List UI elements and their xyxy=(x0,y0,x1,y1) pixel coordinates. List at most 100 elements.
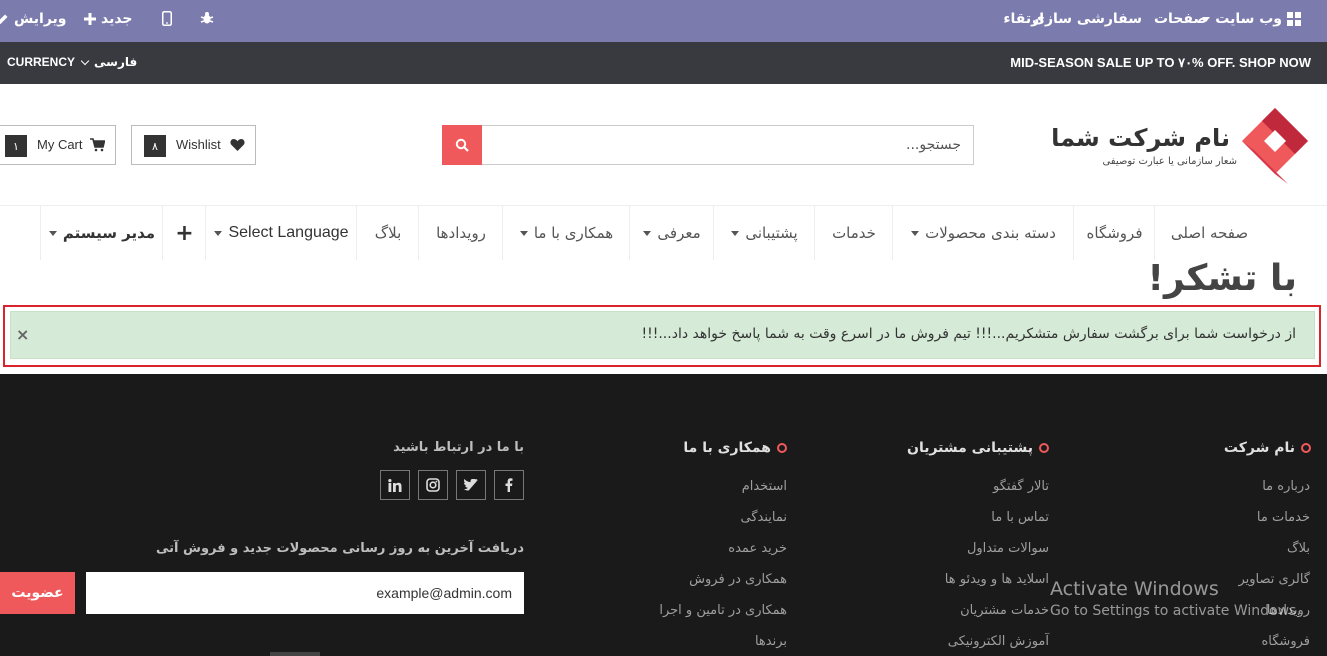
site-logo[interactable]: نام شرکت شما شعار سازمانی یا عبارت توصیف… xyxy=(1051,104,1310,188)
currency-selector[interactable]: CURRENCY xyxy=(7,55,75,69)
nav-item-blog[interactable]: بلاگ xyxy=(356,206,419,260)
cart-button[interactable]: ۱ My Cart xyxy=(0,125,116,165)
wishlist-label: Wishlist xyxy=(176,137,221,152)
circle-icon xyxy=(1039,443,1049,453)
nav-item-events[interactable]: رویدادها xyxy=(418,206,503,260)
newsletter-email-input[interactable] xyxy=(86,572,524,614)
footer-heading-label: نام شرکت xyxy=(1223,440,1295,456)
grid-icon xyxy=(1287,12,1301,26)
footer-link[interactable]: استخدام xyxy=(742,479,787,494)
footer-link[interactable]: بلاگ xyxy=(1287,541,1310,556)
upgrade-menu[interactable]: ارتقاء xyxy=(1003,11,1044,27)
nav-item-support[interactable]: پشتیبانی xyxy=(713,206,815,260)
chevron-down-icon xyxy=(80,56,90,65)
footer-heading-label: پشتیبانی مشتریان xyxy=(907,440,1033,456)
caret-down-icon xyxy=(731,230,740,236)
mobile-preview-button[interactable] xyxy=(162,11,172,26)
footer-link[interactable]: تماس با ما xyxy=(991,510,1049,525)
nav-item-label: همکاری با ما xyxy=(533,224,614,242)
footer-link[interactable]: تالار گفتگو xyxy=(993,479,1049,494)
footer-company-heading: نام شرکت xyxy=(1224,440,1311,456)
instagram-button[interactable] xyxy=(418,470,448,500)
plus-icon xyxy=(84,13,96,25)
website-menu[interactable]: وب سایت xyxy=(1202,11,1301,27)
nav-item-services[interactable]: خدمات xyxy=(814,206,893,260)
add-menu-button[interactable]: + xyxy=(162,206,206,260)
search-button[interactable] xyxy=(442,125,482,165)
nav-item-product-categories[interactable]: دسته بندی محصولات xyxy=(892,206,1074,260)
circle-icon xyxy=(777,443,787,453)
footer-cooperation-heading: همکاری با ما xyxy=(683,440,787,456)
linkedin-button[interactable] xyxy=(380,470,410,500)
nav-item-label: فروشگاه xyxy=(1086,224,1143,242)
logo-mark-icon xyxy=(1242,108,1308,184)
announcement-bar: MID-SEASON SALE UP TO ۷۰% OFF. SHOP NOW … xyxy=(0,42,1327,84)
search-icon xyxy=(455,138,469,152)
nav-item-shop[interactable]: فروشگاه xyxy=(1073,206,1155,260)
footer-link[interactable]: اسلاید ها و ویدئو ها xyxy=(945,572,1049,587)
footer-link[interactable]: برندها xyxy=(755,634,787,649)
search-box xyxy=(442,125,974,165)
caret-down-icon xyxy=(519,230,528,236)
footer-link[interactable]: خدمات ما xyxy=(1257,510,1310,525)
footer-link[interactable]: همکاری در فروش xyxy=(689,572,787,587)
language-selector-label: فارسی xyxy=(94,55,138,69)
twitter-button[interactable] xyxy=(456,470,486,500)
caret-down-icon xyxy=(214,230,223,236)
customize-menu[interactable]: سفارشی سازی xyxy=(1032,11,1142,27)
cart-label: My Cart xyxy=(37,137,83,152)
nav-item-label: پشتیبانی xyxy=(745,224,798,242)
main-navigation: صفحه اصلی فروشگاه دسته بندی محصولات خدما… xyxy=(0,206,1327,260)
user-menu[interactable]: مدیر سیستم xyxy=(40,206,163,260)
twitter-icon xyxy=(464,479,478,491)
footer-link[interactable]: فروشگاه xyxy=(1261,634,1310,649)
caret-down-icon xyxy=(643,230,652,236)
newsletter-text: دریافت آخرین به روز رسانی محصولات جدید و… xyxy=(156,541,524,556)
logo-name: نام شرکت شما xyxy=(1051,124,1230,152)
logo-tagline: شعار سازمانی یا عبارت توصیفی xyxy=(1102,156,1237,167)
new-button[interactable]: جدید xyxy=(84,11,133,27)
footer-link[interactable]: خدمات مشتریان xyxy=(960,603,1049,618)
nav-item-cooperation[interactable]: همکاری با ما xyxy=(502,206,630,260)
instagram-icon xyxy=(426,478,440,492)
site-header: نام شرکت شما شعار سازمانی یا عبارت توصیف… xyxy=(0,84,1327,206)
debug-button[interactable] xyxy=(200,11,214,25)
nav-item-label: صفحه اصلی xyxy=(1170,224,1249,242)
customize-menu-label: سفارشی سازی xyxy=(1032,11,1142,27)
caret-down-icon xyxy=(48,230,57,236)
nav-item-label: معرفی xyxy=(657,224,701,242)
language-dropdown[interactable]: Select Language xyxy=(205,206,357,260)
nav-item-label: خدمات xyxy=(832,224,876,242)
footer-link[interactable]: نمایندگی xyxy=(741,510,787,525)
nav-item-about[interactable]: معرفی xyxy=(629,206,714,260)
edit-button-label: ویرایش xyxy=(14,11,67,27)
facebook-icon xyxy=(505,478,513,492)
nav-item-home[interactable]: صفحه اصلی xyxy=(1154,206,1264,260)
footer-link[interactable]: خرید عمده xyxy=(728,541,787,556)
nav-item-label: رویدادها xyxy=(436,224,486,242)
sale-banner-link[interactable]: MID-SEASON SALE UP TO ۷۰% OFF. SHOP NOW xyxy=(1010,55,1311,71)
watermark-title: Activate Windows xyxy=(1050,578,1219,600)
pages-menu[interactable]: صفحات xyxy=(1154,11,1207,27)
nav-item-label: دسته بندی محصولات xyxy=(925,224,1056,242)
edit-button[interactable]: ویرایش xyxy=(0,11,67,27)
close-icon[interactable]: × xyxy=(16,325,29,344)
page-title: با تشکر! xyxy=(1147,258,1297,299)
success-alert: از درخواست شما برای برگشت سفارش متشکریم.… xyxy=(10,311,1315,359)
language-selector[interactable]: فارسی xyxy=(80,55,138,69)
search-input[interactable] xyxy=(483,126,973,164)
linkedin-icon xyxy=(388,478,402,492)
nav-item-label: بلاگ xyxy=(374,224,402,242)
admin-bar: وب سایت صفحات سفارشی سازی ارتقاء جدید وی… xyxy=(0,0,1327,42)
footer-link[interactable]: آموزش الکترونیکی xyxy=(948,634,1049,649)
footer-link[interactable]: درباره ما xyxy=(1262,479,1310,494)
subscribe-button[interactable]: عضویت xyxy=(0,572,75,614)
language-dropdown-label: Select Language xyxy=(228,224,349,241)
wishlist-button[interactable]: ۸ Wishlist xyxy=(131,125,256,165)
mobile-icon xyxy=(162,11,172,26)
bug-icon xyxy=(200,12,214,24)
footer-link[interactable]: همکاری در تامین و اجرا xyxy=(659,603,787,618)
footer-link[interactable]: سوالات متداول xyxy=(967,541,1049,556)
plus-icon: + xyxy=(175,220,194,246)
facebook-button[interactable] xyxy=(494,470,524,500)
